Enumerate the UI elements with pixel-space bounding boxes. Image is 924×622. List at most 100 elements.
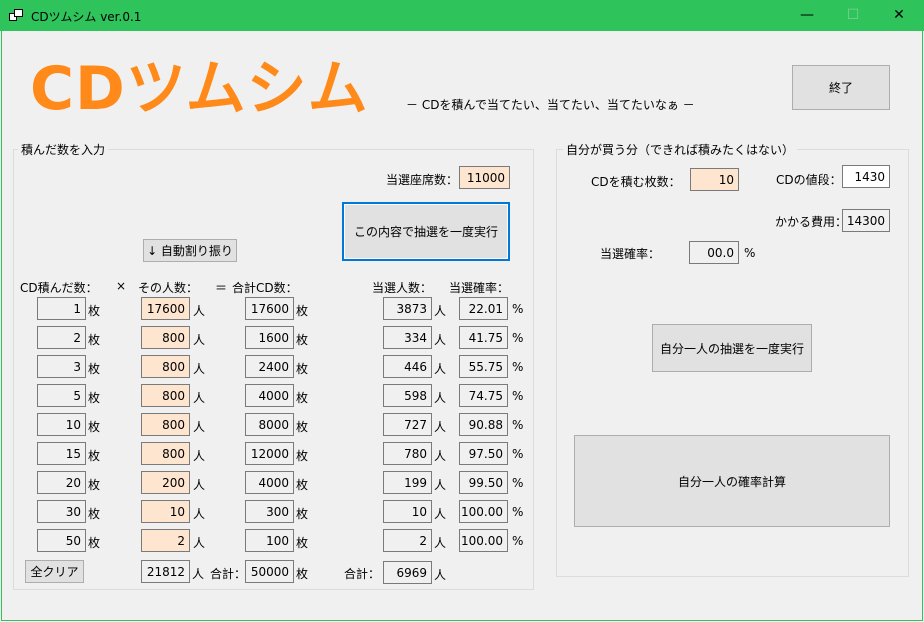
rate-field: 97.50	[459, 442, 508, 465]
cd-unit: 枚	[88, 333, 101, 347]
cd-total: 50000	[245, 560, 294, 583]
cd-count-field: 3	[37, 355, 86, 378]
run-lottery-button[interactable]: この内容で抽選を一度実行	[342, 202, 510, 261]
winners-field: 3873	[383, 297, 432, 320]
people-unit: 人	[193, 420, 206, 434]
cd-count-field: 5	[37, 384, 86, 407]
cd-unit: 枚	[88, 449, 101, 463]
header-people: その人数：	[138, 281, 199, 295]
winners-unit: 人	[434, 362, 447, 376]
people-input[interactable]: 17600	[141, 297, 190, 320]
winners-unit: 人	[434, 507, 447, 521]
winners-field: 334	[383, 326, 432, 349]
calc-my-probability-button[interactable]: 自分一人の確率計算	[574, 435, 890, 527]
cd-unit: 枚	[88, 507, 101, 521]
header-cd-count: CD積んだ数：	[20, 281, 98, 295]
auto-assign-button[interactable]: ↓ 自動割り振り	[143, 239, 237, 262]
people-total: 21812	[141, 560, 190, 583]
app-logo: CDツムシム	[30, 54, 369, 124]
cd-total-unit: 枚	[296, 567, 309, 581]
header-winners: 当選人数：	[372, 281, 433, 295]
total-cd-field: 4000	[245, 384, 294, 407]
app-icon	[9, 9, 23, 21]
total-cd-field: 100	[245, 529, 294, 552]
header-times: ×	[116, 279, 127, 293]
winners-field: 199	[383, 471, 432, 494]
cost-value: 14300	[842, 209, 890, 232]
my-cd-count-input[interactable]: 10	[690, 168, 739, 191]
winners-unit: 人	[434, 420, 447, 434]
total-cd-unit: 枚	[296, 304, 309, 318]
maximize-button[interactable]: ☐	[830, 0, 876, 31]
winners-field: 2	[383, 529, 432, 552]
winners-field: 598	[383, 384, 432, 407]
rate-unit: %	[512, 476, 524, 490]
people-input[interactable]: 200	[141, 471, 190, 494]
total-cd-field: 17600	[245, 297, 294, 320]
rate-unit: %	[512, 534, 524, 548]
winners-unit: 人	[434, 304, 447, 318]
people-unit: 人	[193, 304, 206, 318]
rate-unit: %	[512, 447, 524, 461]
rate-unit: %	[512, 360, 524, 374]
winners-unit: 人	[434, 478, 447, 492]
header-equals: ＝	[215, 281, 228, 295]
cd-unit: 枚	[88, 304, 101, 318]
people-input[interactable]: 800	[141, 442, 190, 465]
people-input[interactable]: 2	[141, 529, 190, 552]
rate-field: 90.88	[459, 413, 508, 436]
rate-field: 100.00	[459, 500, 508, 523]
winners-unit: 人	[434, 536, 447, 550]
tagline: － CDを積んで当てたい、当てたい、当てたいなぁ －	[406, 98, 695, 112]
people-input[interactable]: 800	[141, 413, 190, 436]
cd-unit: 枚	[88, 536, 101, 550]
rate-field: 22.01	[459, 297, 508, 320]
title-bar: CDツムシム ver.0.1 — ☐ ✕	[0, 0, 924, 31]
total-cd-field: 300	[245, 500, 294, 523]
rate-field: 55.75	[459, 355, 508, 378]
close-button[interactable]: ✕	[876, 0, 922, 31]
people-unit: 人	[193, 333, 206, 347]
winners-total: 6969	[383, 561, 432, 584]
header-rate: 当選確率：	[449, 281, 510, 295]
people-input[interactable]: 800	[141, 355, 190, 378]
header-total-cd: 合計CD数：	[232, 281, 298, 295]
people-input[interactable]: 800	[141, 384, 190, 407]
rate-unit: %	[512, 331, 524, 345]
exit-button[interactable]: 終了	[792, 65, 890, 110]
price-label: CDの値段：	[776, 173, 842, 187]
cd-count-field: 20	[37, 471, 86, 494]
my-purchase-group-label: 自分が買う分（できれば積みたくはない）	[563, 141, 798, 158]
cd-count-field: 30	[37, 500, 86, 523]
people-input[interactable]: 10	[141, 500, 190, 523]
rate-unit: %	[512, 302, 524, 316]
people-input[interactable]: 800	[141, 326, 190, 349]
rate-unit: %	[512, 505, 524, 519]
winners-field: 780	[383, 442, 432, 465]
cd-count-field: 10	[37, 413, 86, 436]
winners-field: 446	[383, 355, 432, 378]
cd-total-label: 合計：	[210, 567, 247, 581]
total-cd-field: 2400	[245, 355, 294, 378]
cost-label: かかる費用：	[775, 215, 848, 229]
people-unit: 人	[193, 478, 206, 492]
rate-field: 100.00	[459, 529, 508, 552]
rate-unit: %	[512, 389, 524, 403]
seats-input[interactable]: 11000	[459, 166, 510, 189]
people-unit: 人	[193, 362, 206, 376]
clear-all-button[interactable]: 全クリア	[25, 560, 84, 583]
seats-label: 当選座席数：	[386, 173, 459, 187]
winners-field: 10	[383, 500, 432, 523]
total-cd-unit: 枚	[296, 449, 309, 463]
people-unit: 人	[193, 507, 206, 521]
rate-unit: %	[512, 418, 524, 432]
my-rate-unit: %	[744, 246, 756, 260]
rate-field: 74.75	[459, 384, 508, 407]
run-my-lottery-button[interactable]: 自分一人の抽選を一度実行	[652, 324, 812, 372]
cd-unit: 枚	[88, 391, 101, 405]
winners-field: 727	[383, 413, 432, 436]
winners-total-unit: 人	[434, 568, 447, 582]
price-input[interactable]: 1430	[842, 165, 890, 188]
total-cd-unit: 枚	[296, 391, 309, 405]
minimize-button[interactable]: —	[784, 0, 830, 31]
